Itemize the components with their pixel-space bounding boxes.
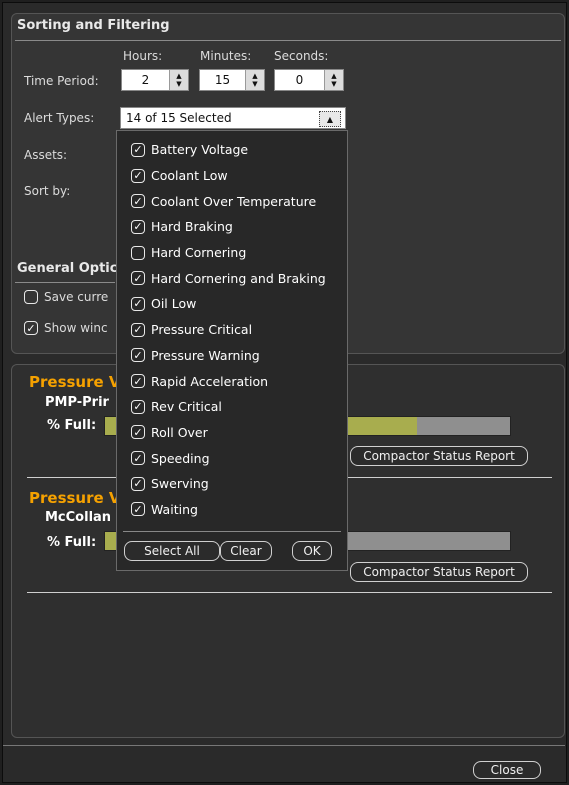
section-title-sorting: Sorting and Filtering: [17, 18, 170, 33]
alert-type-item[interactable]: ✓ Rev Critical: [131, 394, 326, 420]
alert-type-item[interactable]: ✓ Coolant Low: [131, 163, 326, 189]
clear-button[interactable]: Clear: [220, 541, 272, 561]
alert-types-dropdown[interactable]: 14 of 15 Selected ▲: [120, 107, 346, 129]
alert-type-item[interactable]: ✓ Rapid Acceleration: [131, 368, 326, 394]
hours-value: 2: [141, 73, 150, 87]
alert-types-value: 14 of 15 Selected: [126, 111, 232, 125]
option-save-current-label: Save curre: [44, 290, 109, 304]
alert-type-item[interactable]: ✓ Swerving: [131, 471, 326, 497]
checked-checkbox-icon[interactable]: ✓: [131, 399, 145, 414]
minutes-value: 15: [214, 73, 231, 87]
unchecked-checkbox-icon[interactable]: [131, 245, 145, 260]
alert-type-label: Coolant Over Temperature: [151, 193, 317, 209]
alert-type-label: Pressure Critical: [151, 322, 253, 338]
alert-2-asset: McCollan: [45, 510, 112, 525]
alert-type-label: Hard Cornering and Braking: [151, 270, 326, 286]
checked-checkbox-icon[interactable]: ✓: [131, 296, 145, 311]
checked-checkbox-icon[interactable]: ✓: [131, 271, 145, 286]
checked-checkbox-icon[interactable]: ✓: [131, 425, 145, 440]
hours-spin-arrows-icon[interactable]: ▲ ▼: [169, 70, 188, 90]
alert-1-full-label: % Full:: [47, 418, 97, 433]
alert-type-label: Waiting: [151, 501, 198, 517]
minutes-stepper[interactable]: 15 ▲ ▼: [199, 69, 265, 91]
alert-type-item[interactable]: ✓ Speeding: [131, 445, 326, 471]
alert-types-label: Alert Types:: [24, 111, 95, 125]
save-current-checkbox[interactable]: [24, 290, 38, 304]
alert-type-label: Swerving: [151, 476, 209, 492]
alert-2-title: Pressure V: [29, 489, 121, 507]
alert-type-label: Battery Voltage: [151, 142, 249, 158]
checked-checkbox-icon[interactable]: ✓: [131, 168, 145, 183]
option-show-window[interactable]: ✓ Show winc: [24, 321, 108, 335]
divider: [123, 531, 341, 532]
alert-type-label: Oil Low: [151, 296, 197, 312]
alert-type-item[interactable]: Hard Cornering: [131, 240, 326, 266]
assets-label: Assets:: [24, 148, 68, 162]
alert-types-popup: ✓ Battery Voltage ✓ Coolant Low ✓ Coolant Ove…: [116, 130, 348, 571]
show-window-checkbox[interactable]: ✓: [24, 321, 38, 335]
alert-2-report-button[interactable]: Compactor Status Report: [350, 562, 528, 582]
checked-checkbox-icon[interactable]: ✓: [131, 348, 145, 363]
divider: [27, 592, 552, 593]
alert-type-item[interactable]: ✓ Battery Voltage: [131, 137, 326, 163]
alert-2-full-label: % Full:: [47, 535, 97, 550]
checked-checkbox-icon[interactable]: ✓: [131, 142, 145, 157]
alert-type-label: Rev Critical: [151, 399, 222, 415]
minutes-spin-arrows-icon[interactable]: ▲ ▼: [245, 70, 264, 90]
footer-divider: [3, 745, 565, 746]
collapse-arrow-icon[interactable]: ▲: [319, 111, 341, 127]
seconds-spin-arrows-icon[interactable]: ▲ ▼: [324, 70, 343, 90]
alert-type-label: Hard Braking: [151, 219, 233, 235]
alert-type-item[interactable]: ✓ Coolant Over Temperature: [131, 188, 326, 214]
alert-type-item[interactable]: ✓ Pressure Critical: [131, 317, 326, 343]
checked-checkbox-icon[interactable]: ✓: [131, 502, 145, 517]
alert-1-asset: PMP-Prir: [45, 395, 109, 410]
checked-checkbox-icon[interactable]: ✓: [131, 451, 145, 466]
alert-type-item[interactable]: ✓ Pressure Warning: [131, 343, 326, 369]
alert-type-label: Hard Cornering: [151, 245, 247, 261]
time-period-label: Time Period:: [24, 74, 99, 88]
checked-checkbox-icon[interactable]: ✓: [131, 219, 145, 234]
alert-type-label: Pressure Warning: [151, 347, 260, 363]
hours-label: Hours:: [123, 49, 163, 63]
alert-type-label: Rapid Acceleration: [151, 373, 269, 389]
alert-type-item[interactable]: ✓ Hard Braking: [131, 214, 326, 240]
seconds-stepper[interactable]: 0 ▲ ▼: [274, 69, 344, 91]
minutes-label: Minutes:: [200, 49, 252, 63]
ok-button[interactable]: OK: [292, 541, 332, 561]
alert-type-item[interactable]: ✓ Oil Low: [131, 291, 326, 317]
alert-type-label: Speeding: [151, 450, 210, 466]
divider: [15, 282, 115, 283]
option-show-window-label: Show winc: [44, 321, 108, 335]
alert-type-label: Coolant Low: [151, 168, 228, 184]
alert-type-item[interactable]: ✓ Hard Cornering and Braking: [131, 265, 326, 291]
checked-checkbox-icon[interactable]: ✓: [131, 322, 145, 337]
section-title-general: General Optic: [17, 261, 118, 276]
checked-checkbox-icon[interactable]: ✓: [131, 476, 145, 491]
divider: [15, 40, 561, 41]
checked-checkbox-icon[interactable]: ✓: [131, 374, 145, 389]
seconds-value: 0: [295, 73, 304, 87]
alert-1-report-button[interactable]: Compactor Status Report: [350, 446, 528, 466]
alert-type-label: Roll Over: [151, 424, 208, 440]
select-all-button[interactable]: Select All: [124, 541, 220, 561]
seconds-label: Seconds:: [274, 49, 329, 63]
option-save-current[interactable]: Save curre: [24, 290, 108, 304]
alert-type-item[interactable]: ✓ Roll Over: [131, 420, 326, 446]
checked-checkbox-icon[interactable]: ✓: [131, 194, 145, 209]
alert-type-item[interactable]: ✓ Waiting: [131, 497, 326, 523]
close-button[interactable]: Close: [473, 761, 541, 779]
hours-stepper[interactable]: 2 ▲ ▼: [121, 69, 189, 91]
sort-by-label: Sort by:: [24, 184, 71, 198]
alert-1-title: Pressure V: [29, 373, 121, 391]
alert-types-list: ✓ Battery Voltage ✓ Coolant Low ✓ Coolant Ove…: [131, 137, 326, 522]
